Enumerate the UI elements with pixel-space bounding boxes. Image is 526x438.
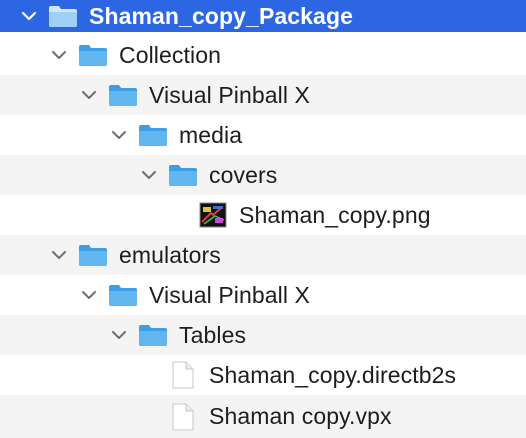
- tree-row-media[interactable]: media: [0, 115, 526, 155]
- tree-row-cover-png[interactable]: Shaman_copy.png: [0, 195, 526, 235]
- tree-row-tables[interactable]: Tables: [0, 315, 526, 355]
- tree-row-emulators[interactable]: emulators: [0, 235, 526, 275]
- tree-row-label: Shaman copy.vpx: [209, 403, 392, 429]
- no-disclosure: [140, 408, 158, 426]
- folder-icon: [138, 122, 168, 148]
- tree-row-collection-vpx[interactable]: Visual Pinball X: [0, 75, 526, 115]
- file-tree: Shaman_copy_Package Collection Visual Pi…: [0, 0, 526, 438]
- chevron-down-icon[interactable]: [50, 46, 68, 64]
- folder-icon: [108, 82, 138, 108]
- tree-row-directb2s[interactable]: Shaman_copy.directb2s: [0, 355, 526, 395]
- document-icon: [168, 361, 198, 389]
- chevron-down-icon[interactable]: [140, 166, 158, 184]
- tree-row-label: covers: [209, 161, 278, 188]
- folder-icon: [48, 3, 78, 29]
- chevron-down-icon[interactable]: [50, 246, 68, 264]
- tree-row-emulators-vpx[interactable]: Visual Pinball X: [0, 275, 526, 315]
- tree-row-collection[interactable]: Collection: [0, 35, 526, 75]
- folder-icon: [168, 162, 198, 188]
- image-thumbnail-icon: [198, 202, 228, 228]
- tree-row-label: media: [179, 121, 243, 148]
- tree-row-label: Visual Pinball X: [149, 281, 310, 308]
- tree-row-label: emulators: [119, 241, 221, 268]
- folder-icon: [108, 282, 138, 308]
- tree-row-covers[interactable]: covers: [0, 155, 526, 195]
- tree-row-label: Shaman_copy.png: [239, 201, 431, 228]
- chevron-down-icon[interactable]: [80, 286, 98, 304]
- tree-row-label: Visual Pinball X: [149, 81, 310, 108]
- chevron-down-icon[interactable]: [110, 326, 128, 344]
- no-disclosure: [170, 206, 188, 224]
- tree-row-root[interactable]: Shaman_copy_Package: [0, 0, 526, 32]
- chevron-down-icon[interactable]: [110, 126, 128, 144]
- tree-row-label: Collection: [119, 41, 221, 68]
- chevron-down-icon[interactable]: [80, 86, 98, 104]
- chevron-down-icon[interactable]: [20, 7, 38, 25]
- folder-icon: [78, 42, 108, 68]
- tree-row-vpx[interactable]: Shaman copy.vpx: [0, 395, 526, 438]
- tree-row-label: Tables: [179, 321, 247, 348]
- folder-icon: [138, 322, 168, 348]
- no-disclosure: [140, 366, 158, 384]
- tree-row-label: Shaman_copy.directb2s: [209, 361, 457, 388]
- folder-icon: [78, 242, 108, 268]
- tree-row-label: Shaman_copy_Package: [89, 2, 353, 29]
- document-icon: [168, 403, 198, 430]
